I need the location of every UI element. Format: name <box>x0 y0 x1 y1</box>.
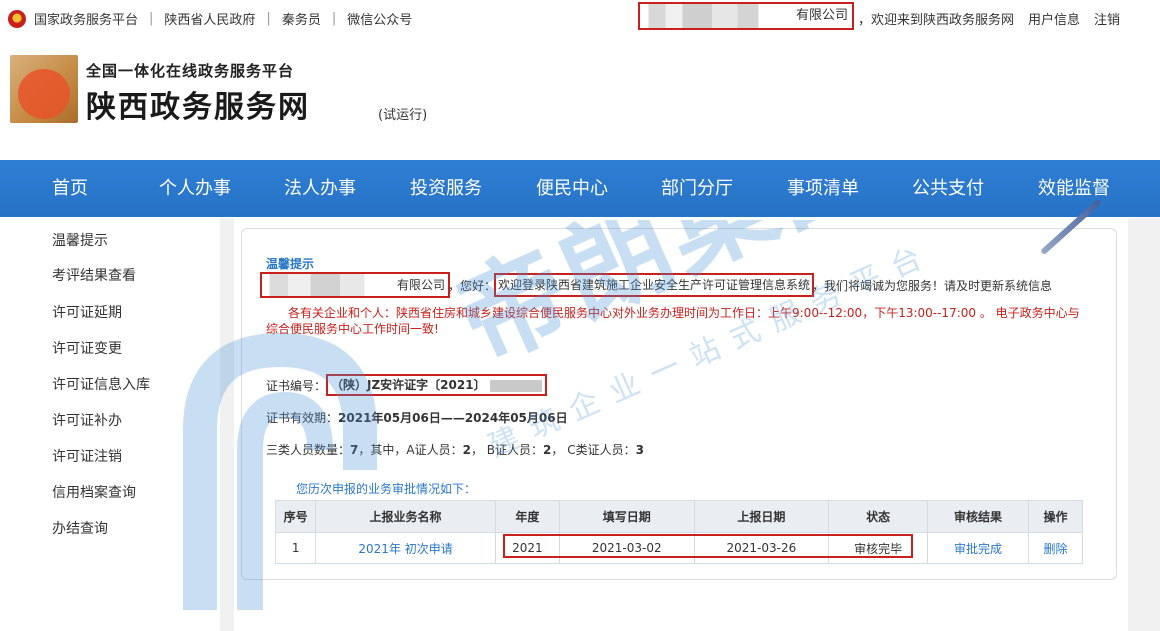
nav-supervision[interactable]: 效能监督 <box>1038 160 1110 217</box>
cell-business-name-link[interactable]: 2021年 初次申请 <box>315 532 496 564</box>
validity-row: 证书有效期：2021年05月06日——2024年05月06日 <box>266 409 568 426</box>
staff-mid: ，其中，A证人员： <box>358 443 463 457</box>
staff-a: 2 <box>462 443 471 457</box>
application-table: 序号 上报业务名称 年度 填写日期 上报日期 状态 审核结果 操作 1 2021… <box>274 500 1084 564</box>
separator: | <box>149 11 154 26</box>
link-wechat[interactable]: 微信公众号 <box>347 9 412 28</box>
site-header: 全国一体化在线政务服务平台 陕西政务服务网 (试运行) <box>0 50 1160 155</box>
cert-number-mask <box>489 379 542 392</box>
cell-index: 1 <box>274 532 317 564</box>
greeting-sep: ，您好： <box>448 278 497 293</box>
nav-convenience[interactable]: 便民中心 <box>536 160 608 217</box>
user-area: 有限公司 ，欢迎来到陕西政务服务网 用户信息 注销 <box>638 2 1120 30</box>
sidebar: 温馨提示 考评结果查看 许可证延期 许可证变更 许可证信息入库 许可证补办 许可… <box>0 218 220 631</box>
sidebar-item-extension[interactable]: 许可证延期 <box>52 302 122 322</box>
nav-item-list[interactable]: 事项清单 <box>787 160 859 217</box>
cell-year: 2021 <box>494 532 560 564</box>
top-bar: 国家政务服务平台 | 陕西省人民政府 | 秦务员 | 微信公众号 有限公司 ，欢… <box>0 0 1160 35</box>
staff-c-label: ， C类证人员： <box>551 443 636 457</box>
link-qinwuyuan[interactable]: 秦务员 <box>282 9 321 28</box>
content-gutter-right <box>1128 218 1160 631</box>
staff-b-label: ， B证人员： <box>470 443 544 457</box>
site-subtitle: 全国一体化在线政务服务平台 <box>86 62 295 80</box>
main-nav: 首页 个人办事 法人办事 投资服务 便民中心 部门分厅 事项清单 公共支付 效能… <box>0 160 1160 217</box>
sidebar-item-cancel[interactable]: 许可证注销 <box>52 446 122 466</box>
separator: | <box>266 11 271 26</box>
link-national-platform[interactable]: 国家政务服务平台 <box>34 9 138 28</box>
link-provincial-government[interactable]: 陕西省人民政府 <box>164 9 255 28</box>
cell-status: 审核完毕 <box>828 532 929 564</box>
nav-personal[interactable]: 个人办事 <box>159 160 231 217</box>
table-header-row: 序号 上报业务名称 年度 填写日期 上报日期 状态 审核结果 操作 <box>274 500 1084 533</box>
col-year: 年度 <box>494 500 560 533</box>
col-status: 状态 <box>828 500 929 533</box>
col-report-date: 上报日期 <box>693 500 830 533</box>
cell-report-date: 2021-03-26 <box>693 532 830 564</box>
sidebar-item-change[interactable]: 许可证变更 <box>52 338 122 358</box>
col-fill-date: 填写日期 <box>558 500 695 533</box>
staff-label: 三类人员数量： <box>266 443 351 457</box>
col-result: 审核结果 <box>927 500 1029 533</box>
staff-c: 3 <box>635 443 644 457</box>
valid-label: 证书有效期： <box>266 411 339 425</box>
nav-departments[interactable]: 部门分厅 <box>661 160 733 217</box>
col-index: 序号 <box>274 500 317 533</box>
separator: | <box>331 11 337 26</box>
site-title[interactable]: 陕西政务服务网 <box>86 82 310 126</box>
company-name-masked: 有限公司 <box>260 272 450 298</box>
welcome-system-text: 欢迎登录陕西省建筑施工企业安全生产许可证管理信息系统 <box>494 273 815 297</box>
cert-value: （陕）JZ安许证字〔2021〕 <box>326 374 547 396</box>
sidebar-item-completed[interactable]: 办结查询 <box>52 518 108 538</box>
table-row: 1 2021年 初次申请 2021 2021-03-02 2021-03-26 … <box>274 532 1084 564</box>
office-hours-notice: 各有关企业和个人：陕西省住房和城乡建设综合便民服务中心对外业务办理时间为工作日：… <box>266 306 1080 336</box>
cell-result-link[interactable]: 审批完成 <box>927 532 1029 564</box>
history-label: 您历次申报的业务审批情况如下： <box>296 482 477 496</box>
company-name-masked: 有限公司 <box>638 2 854 30</box>
content-gutter <box>220 218 234 631</box>
cell-fill-date: 2021-03-02 <box>558 532 695 564</box>
col-business-name: 上报业务名称 <box>315 500 496 533</box>
sidebar-item-tips[interactable]: 温馨提示 <box>52 230 108 250</box>
staff-count-row: 三类人员数量：7，其中，A证人员：2， B证人员：2， C类证人员：3 <box>266 441 644 458</box>
sidebar-item-credit[interactable]: 信用档案查询 <box>52 482 136 502</box>
certificate-number-row: 证书编号： （陕）JZ安许证字〔2021〕 <box>266 374 547 396</box>
col-action: 操作 <box>1027 500 1084 533</box>
nav-legal-person[interactable]: 法人办事 <box>284 160 356 217</box>
national-emblem-icon <box>8 9 26 28</box>
sidebar-item-entry[interactable]: 许可证信息入库 <box>52 374 150 394</box>
service-text: ，我们将竭诚为您服务！请及时更新系统信息 <box>812 278 1053 293</box>
valid-value: 2021年05月06日——2024年05月06日 <box>338 411 568 425</box>
trial-label: (试运行) <box>378 108 428 123</box>
panel-heading: 温馨提示 <box>266 257 315 271</box>
logout-link[interactable]: 注销 <box>1094 9 1120 28</box>
sidebar-item-reissue[interactable]: 许可证补办 <box>52 410 122 430</box>
greeting-line: 有限公司 ，您好： 欢迎登录陕西省建筑施工企业安全生产许可证管理信息系统 ，我们… <box>260 272 1053 298</box>
sidebar-item-evaluation[interactable]: 考评结果查看 <box>52 265 136 285</box>
user-info-link[interactable]: 用户信息 <box>1028 9 1080 28</box>
top-links: 国家政务服务平台 | 陕西省人民政府 | 秦务员 | 微信公众号 <box>8 9 412 28</box>
site-logo-icon[interactable] <box>10 55 78 123</box>
welcome-text: ，欢迎来到陕西政务服务网 <box>858 13 1015 28</box>
nav-investment[interactable]: 投资服务 <box>410 160 482 217</box>
nav-home[interactable]: 首页 <box>52 160 88 217</box>
cert-label: 证书编号： <box>266 378 327 393</box>
nav-payment[interactable]: 公共支付 <box>912 160 984 217</box>
delete-button[interactable]: 删除 <box>1027 532 1084 564</box>
